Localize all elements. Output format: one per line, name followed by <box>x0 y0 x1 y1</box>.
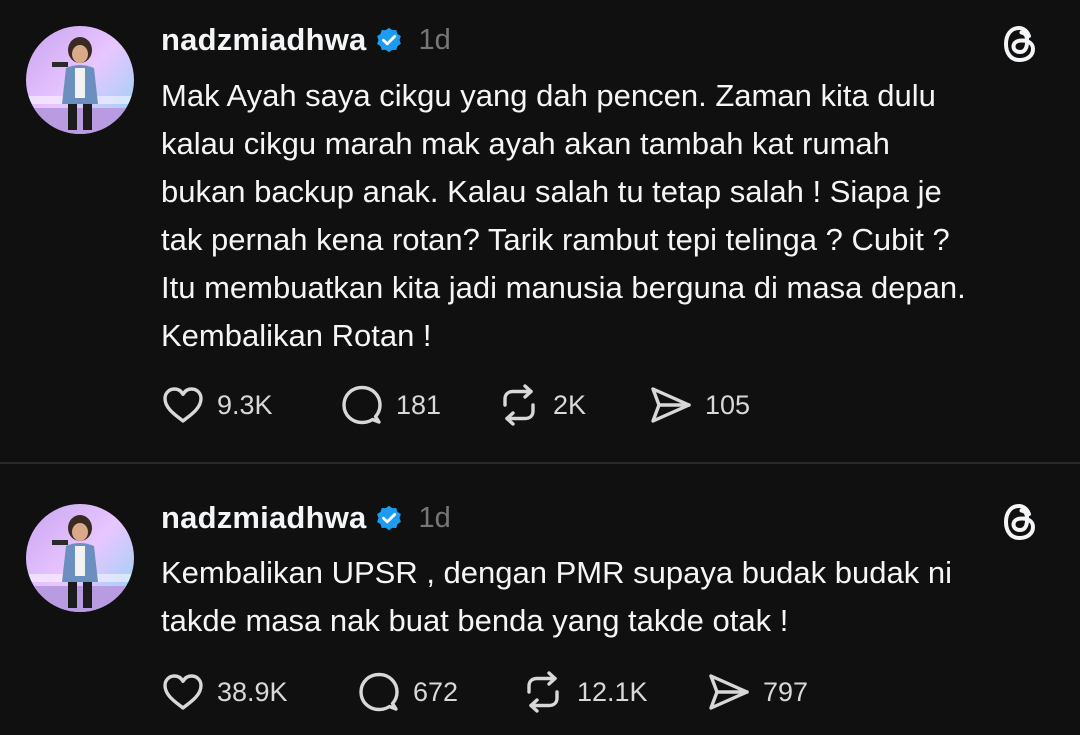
send-icon <box>649 383 693 427</box>
send-icon <box>707 670 751 714</box>
share-count: 105 <box>705 389 751 420</box>
threads-logo-icon[interactable] <box>1000 22 1040 66</box>
repost-icon <box>497 383 541 427</box>
like-button[interactable]: 9.3K <box>161 381 273 429</box>
repost-icon <box>521 670 565 714</box>
post-header: nadzmiadhwa 1d <box>161 496 451 540</box>
reply-count: 181 <box>396 389 442 420</box>
share-button[interactable]: 797 <box>707 668 808 716</box>
thread-post[interactable]: nadzmiadhwa 1d Mak Ayah saya cikgu yang … <box>0 0 1080 462</box>
threads-logo-icon[interactable] <box>1000 500 1040 544</box>
verified-badge-icon <box>374 25 404 55</box>
repost-button[interactable]: 12.1K <box>521 668 648 716</box>
heart-icon <box>161 385 205 425</box>
share-button[interactable]: 105 <box>649 381 750 429</box>
heart-icon <box>161 672 205 712</box>
repost-count: 2K <box>553 389 587 420</box>
share-count: 797 <box>763 676 809 707</box>
like-count: 9.3K <box>217 389 273 420</box>
like-button[interactable]: 38.9K <box>161 668 288 716</box>
thread-post[interactable]: nadzmiadhwa 1d Kembalikan UPSR , dengan … <box>0 464 1080 735</box>
repost-button[interactable]: 2K <box>497 381 586 429</box>
username[interactable]: nadzmiadhwa <box>161 22 366 58</box>
reply-button[interactable]: 181 <box>340 381 441 429</box>
post-text: Mak Ayah saya cikgu yang dah pencen. Zam… <box>161 78 966 353</box>
avatar[interactable] <box>26 504 134 612</box>
username[interactable]: nadzmiadhwa <box>161 500 366 536</box>
reply-button[interactable]: 672 <box>357 668 458 716</box>
post-text: Kembalikan UPSR , dengan PMR supaya buda… <box>161 555 952 638</box>
avatar[interactable] <box>26 26 134 134</box>
verified-badge-icon <box>374 503 404 533</box>
comment-bubble-icon <box>357 670 401 714</box>
post-header: nadzmiadhwa 1d <box>161 18 451 62</box>
reply-count: 672 <box>413 676 459 707</box>
repost-count: 12.1K <box>577 676 648 707</box>
like-count: 38.9K <box>217 676 288 707</box>
post-time: 1d <box>418 23 451 56</box>
post-time: 1d <box>418 501 451 534</box>
comment-bubble-icon <box>340 383 384 427</box>
